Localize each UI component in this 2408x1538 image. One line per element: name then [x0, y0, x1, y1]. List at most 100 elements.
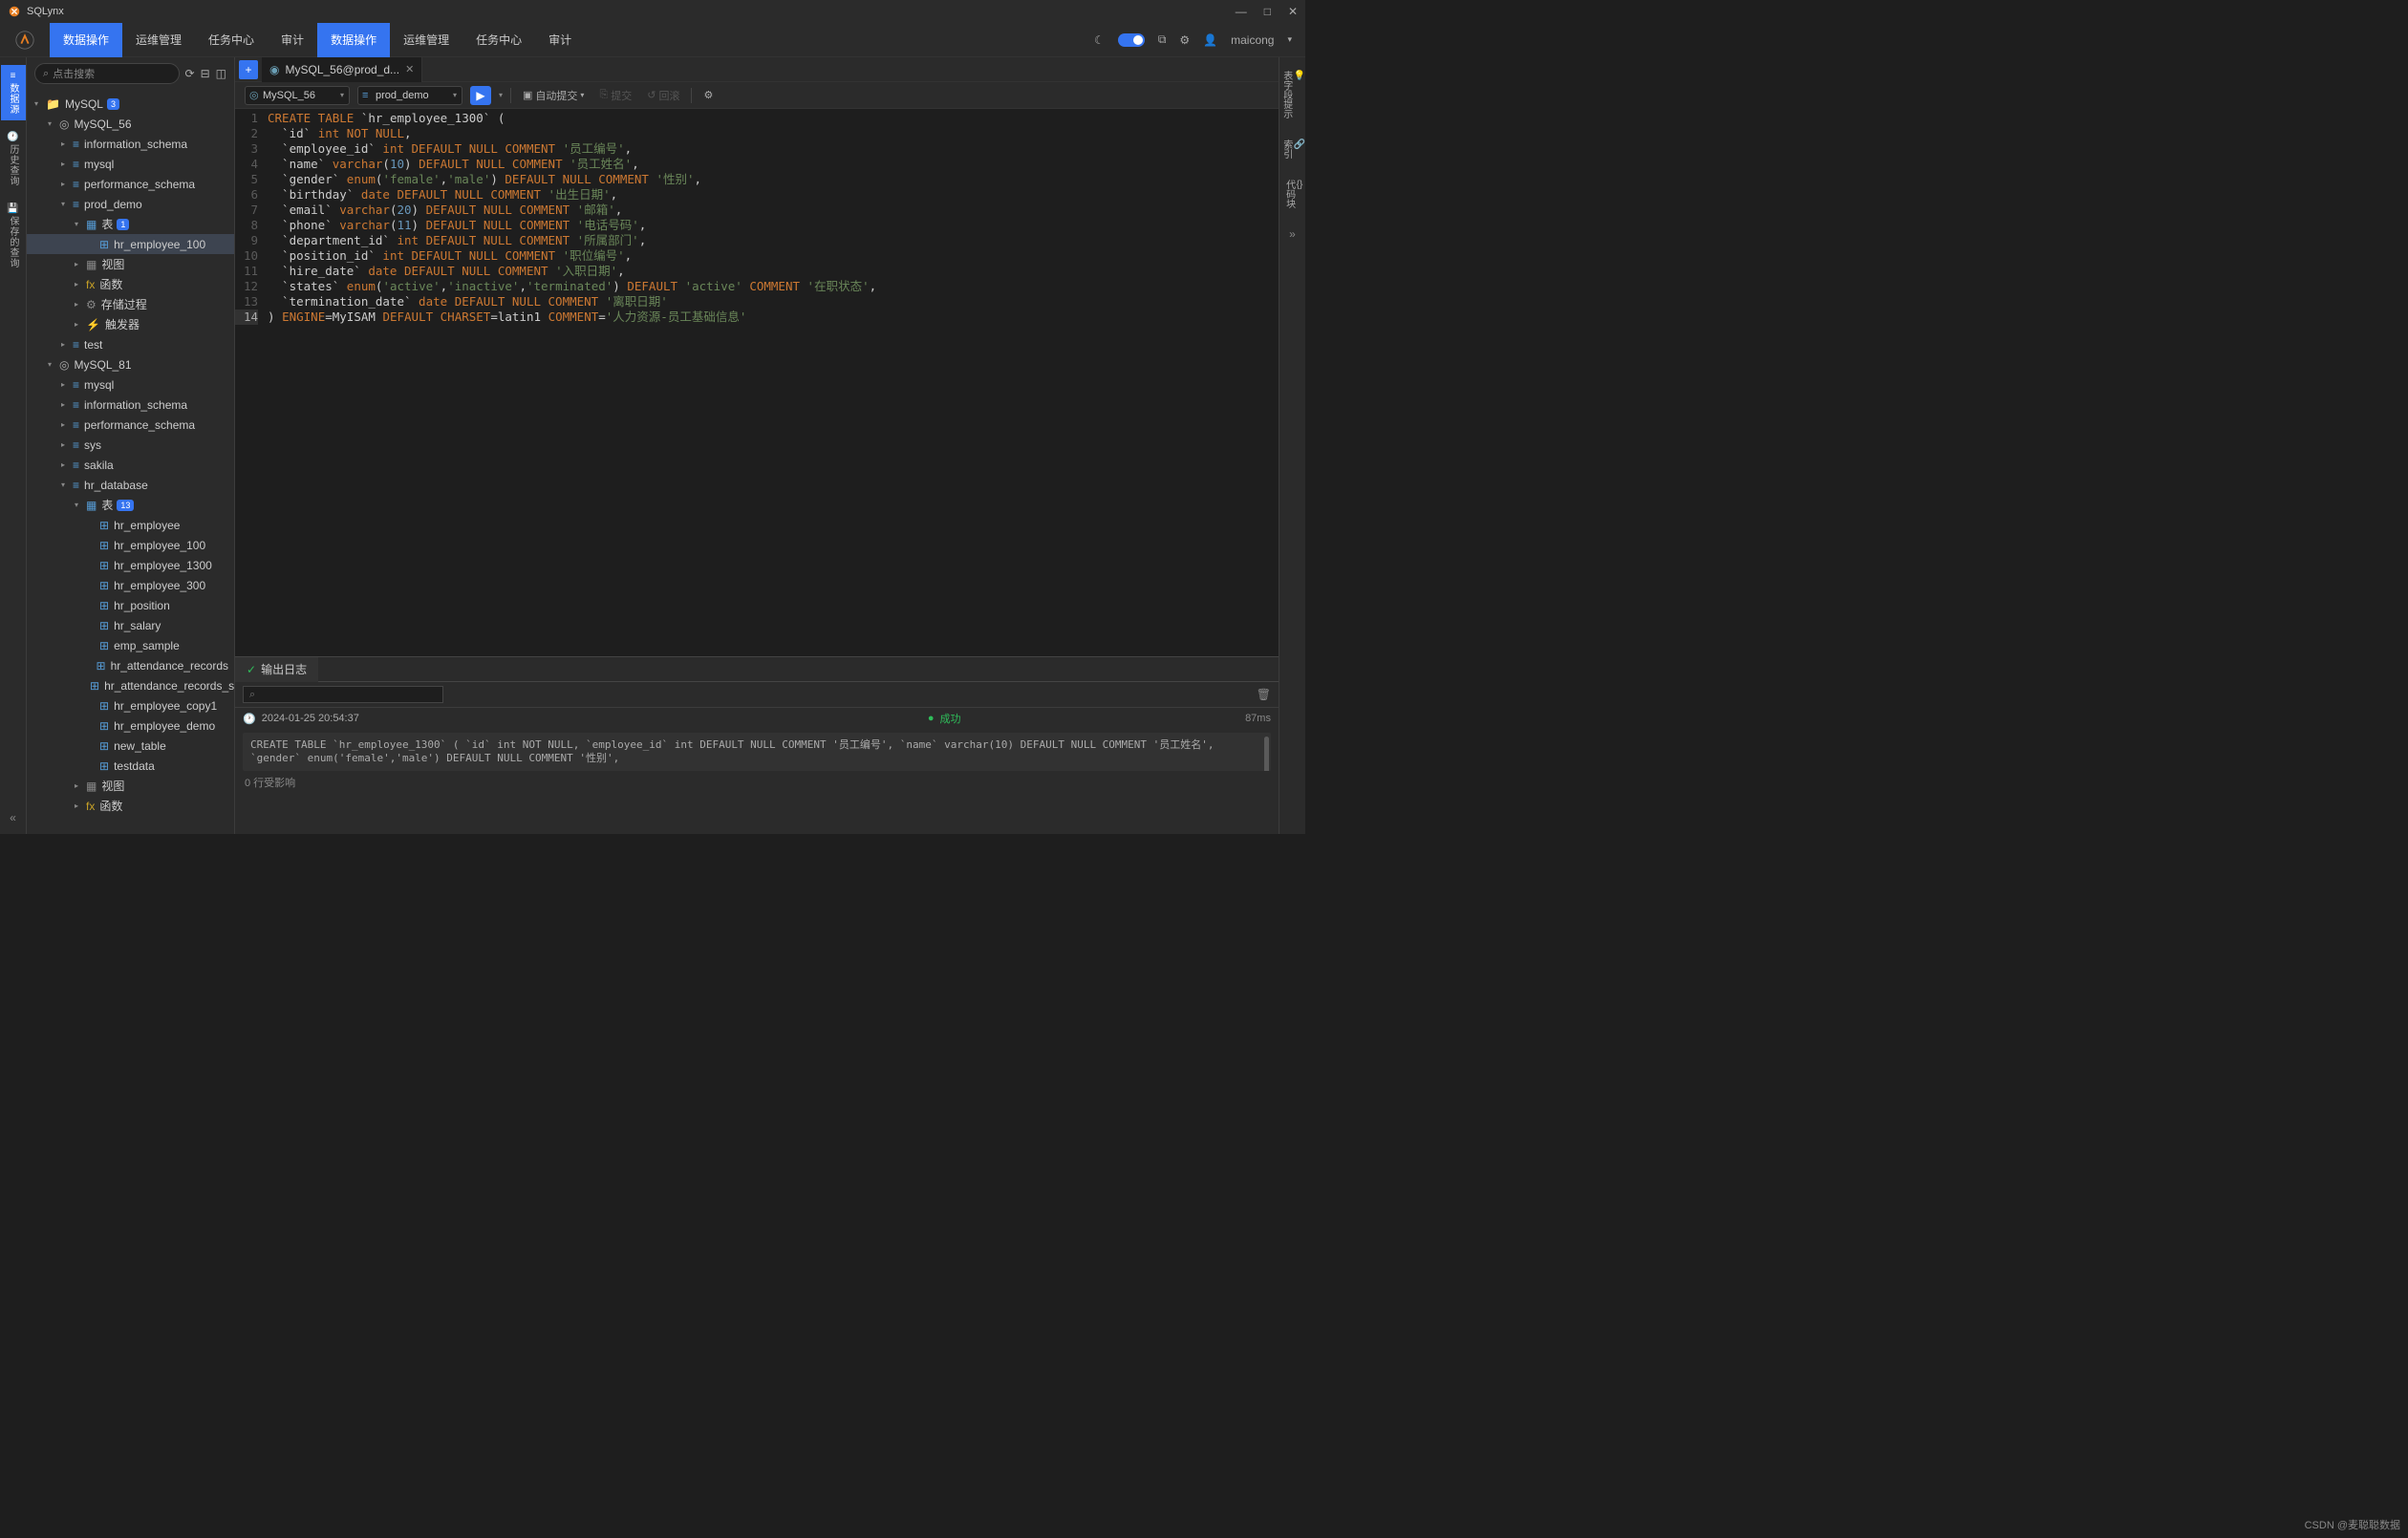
tree-row[interactable]: ⊞hr_employee_300	[27, 575, 234, 595]
tree-row[interactable]: ▸≡test	[27, 334, 234, 354]
rail-item[interactable]: 🕐历史查询	[1, 126, 26, 192]
tree-row[interactable]: ▸▦视图	[27, 254, 234, 274]
chevron-down-icon[interactable]: ▾	[1287, 34, 1292, 45]
tree-row[interactable]: ⊞hr_attendance_records_s	[27, 675, 234, 695]
tree-row[interactable]: ⊞hr_employee_demo	[27, 716, 234, 736]
tree-row[interactable]: ▸≡information_schema	[27, 134, 234, 154]
run-button[interactable]: ▶	[470, 86, 491, 105]
moon-icon[interactable]: ☾	[1094, 33, 1105, 47]
menu-item-0[interactable]: 数据操作	[50, 23, 122, 57]
collapse-icon[interactable]: ⊟	[201, 67, 210, 80]
tree-row[interactable]: ▾▦表13	[27, 495, 234, 515]
tree-row[interactable]: ⊞hr_employee	[27, 515, 234, 535]
output-panel: ✓ 输出日志 🗑 🕐 2024-01-25 20:54:37 ● 成功 87ms…	[235, 656, 1279, 834]
tree-row[interactable]: ▸▦视图	[27, 776, 234, 796]
menu-item-1[interactable]: 运维管理	[122, 23, 195, 57]
right-rail-item[interactable]: 🔗索引	[1279, 134, 1305, 164]
tree-row[interactable]: ⊞hr_attendance_records	[27, 655, 234, 675]
tree-row[interactable]: ▸fx函数	[27, 796, 234, 816]
db-icon: ≡	[73, 338, 79, 352]
close-tab-icon[interactable]: ✕	[405, 63, 414, 75]
db-icon: ≡	[73, 158, 79, 171]
tree-row[interactable]: ⊞hr_position	[27, 595, 234, 615]
tbl-folder-icon: ▦	[86, 218, 97, 231]
connection-select[interactable]: ◎ MySQL_56	[245, 86, 350, 105]
tree-row[interactable]: ⊞hr_salary	[27, 615, 234, 635]
tree-row[interactable]: ▸≡information_schema	[27, 395, 234, 415]
menu-item[interactable]: 任务中心	[462, 23, 535, 57]
view-folder-icon: ▦	[86, 780, 97, 793]
tree-row[interactable]: ▾◎MySQL_81	[27, 354, 234, 374]
commit-button[interactable]: ⎘提交	[595, 88, 635, 103]
view-folder-icon: ▦	[86, 258, 97, 271]
tree-row[interactable]: ⊞emp_sample	[27, 635, 234, 655]
tree-row[interactable]: ▾▦表1	[27, 214, 234, 234]
db-icon: ≡	[73, 438, 79, 452]
conn-icon: ◎	[59, 358, 69, 372]
add-tab-button[interactable]: +	[239, 60, 258, 79]
code-editor[interactable]: 1234567891011121314 CREATE TABLE `hr_emp…	[235, 109, 1279, 656]
table-icon: ⊞	[90, 679, 99, 693]
close-icon[interactable]: ✕	[1288, 5, 1298, 18]
theme-toggle[interactable]	[1118, 33, 1145, 47]
tree-row[interactable]: ▸fx函数	[27, 274, 234, 294]
tree-row[interactable]: ▾≡prod_demo	[27, 194, 234, 214]
tree-row[interactable]: ⊞hr_employee_100	[27, 234, 234, 254]
settings-icon[interactable]: ⚙	[1179, 33, 1190, 47]
table-icon: ⊞	[97, 659, 106, 673]
maximize-icon[interactable]: □	[1264, 5, 1271, 18]
tree-row[interactable]: ▸≡performance_schema	[27, 174, 234, 194]
tree-row[interactable]: ▾≡hr_database	[27, 475, 234, 495]
tree-row[interactable]: ▸≡mysql	[27, 374, 234, 395]
chevron-down-icon[interactable]: ▾	[499, 91, 503, 99]
db-icon: ≡	[73, 418, 79, 432]
tree-row[interactable]: ⊞new_table	[27, 736, 234, 756]
tree-row[interactable]: ⊞testdata	[27, 756, 234, 776]
params-icon[interactable]: ⚙	[699, 89, 717, 101]
tree-row[interactable]: ▸≡sakila	[27, 455, 234, 475]
menu-item-2[interactable]: 任务中心	[195, 23, 268, 57]
menu-item[interactable]: 运维管理	[390, 23, 462, 57]
database-select[interactable]: ≡ prod_demo	[357, 86, 462, 105]
tree-row[interactable]: ⊞hr_employee_copy1	[27, 695, 234, 716]
watermark: CSDN @麦聪聪数据	[2305, 1517, 2400, 1532]
editor-tab[interactable]: ◉ MySQL_56@prod_d... ✕	[262, 57, 422, 82]
filter-icon[interactable]: ◫	[216, 67, 226, 80]
collapse-rail-icon[interactable]: «	[10, 811, 16, 824]
tree-row[interactable]: ▸≡mysql	[27, 154, 234, 174]
rollback-button[interactable]: ↺回滚	[643, 88, 683, 103]
right-rail-item[interactable]: 💡表字段提示	[1279, 65, 1305, 124]
trash-icon[interactable]: 🗑	[1257, 688, 1271, 701]
tree-row[interactable]: ▾◎MySQL_56	[27, 114, 234, 134]
layout-icon[interactable]: ⧉	[1158, 32, 1167, 47]
refresh-icon[interactable]: ⟳	[185, 67, 195, 80]
db-icon: ≡	[73, 138, 79, 151]
tree-row[interactable]: ▸≡sys	[27, 435, 234, 455]
rail-item[interactable]: 💾保存的查询	[1, 198, 26, 274]
output-log-tab[interactable]: ✓ 输出日志	[235, 657, 318, 682]
tree-row[interactable]: ▾📁MySQL3	[27, 94, 234, 114]
menu-item[interactable]: 数据操作	[317, 23, 390, 57]
app-title: SQLynx	[27, 6, 1236, 17]
rail-item[interactable]: ≡数据源	[1, 65, 26, 120]
collapse-icon[interactable]: »	[1289, 227, 1296, 241]
db-icon: ≡	[73, 479, 79, 492]
tree-row[interactable]: ▸≡performance_schema	[27, 415, 234, 435]
log-header: 🕐 2024-01-25 20:54:37 ● 成功 87ms	[243, 708, 1271, 729]
tree-row[interactable]: ⊞hr_employee_100	[27, 535, 234, 555]
search-input[interactable]: ⌕ 点击搜索	[34, 63, 180, 84]
tree-row[interactable]: ⊞hr_employee_1300	[27, 555, 234, 575]
log-search-input[interactable]	[243, 686, 443, 703]
menu-item[interactable]: 审计	[535, 23, 585, 57]
minimize-icon[interactable]: —	[1236, 5, 1247, 18]
username[interactable]: maicong	[1231, 33, 1274, 47]
user-icon: 👤	[1203, 33, 1217, 47]
tree-row[interactable]: ▸⚡触发器	[27, 314, 234, 334]
table-icon: ⊞	[99, 739, 109, 753]
sidebar: ⌕ 点击搜索 ⟳ ⊟ ◫ ▾📁MySQL3▾◎MySQL_56▸≡informa…	[27, 57, 235, 834]
autocommit-select[interactable]: ▣ 自动提交 ▾	[519, 88, 588, 103]
right-rail-item[interactable]: {}代码块	[1282, 174, 1303, 214]
menu-item-3[interactable]: 审计	[268, 23, 317, 57]
fn-folder-icon: fx	[86, 278, 95, 291]
tree-row[interactable]: ▸⚙存储过程	[27, 294, 234, 314]
